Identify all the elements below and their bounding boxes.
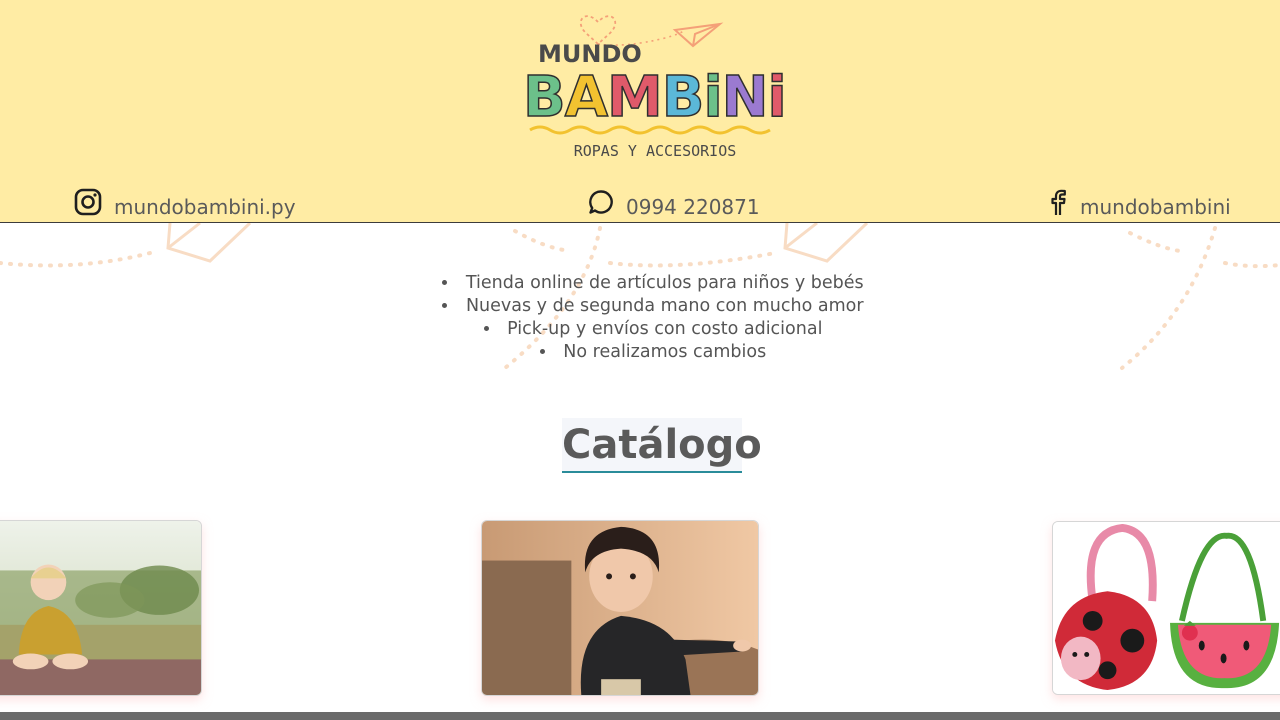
facebook-icon [1051,189,1066,215]
catalog-card-toddler-boy[interactable] [481,520,759,696]
whatsapp-contact[interactable]: 0994 220871 [588,184,760,220]
info-item: Nuevas y de segunda mano con mucho amor [26,295,1280,318]
store-info-list: Tienda online de artículos para niños y … [0,272,1280,364]
phone-number[interactable]: 0994 220871 [626,195,760,219]
catalog-image [0,521,201,695]
catalog-image [1053,522,1280,694]
bottom-bar [0,712,1280,720]
facebook-contact[interactable]: mundobambini [1046,184,1231,220]
info-item: Pick-up y envíos con costo adicional [26,318,1280,341]
catalog-card-baby-girl[interactable] [0,520,202,696]
info-item: No realizamos cambios [26,341,1280,364]
catalog-card-kids-bags[interactable] [1052,521,1280,695]
catalog-heading: Catálogo [562,418,762,473]
brand-logo[interactable]: MUNDO BAMBiNi ROPAS Y ACCESORIOS [515,0,795,170]
svg-text:MUNDO: MUNDO [538,40,642,68]
instagram-icon [74,188,102,216]
info-item: Tienda online de artículos para niños y … [26,272,1280,295]
svg-text:ROPAS Y ACCESORIOS: ROPAS Y ACCESORIOS [574,142,737,160]
svg-text:BAMBiNi: BAMBiNi [523,65,786,130]
instagram-handle[interactable]: mundobambini.py [114,195,296,219]
whatsapp-icon [589,190,613,214]
site-header: MUNDO BAMBiNi ROPAS Y ACCESORIOS mundoba… [0,0,1280,223]
catalog-image [482,521,758,695]
facebook-handle[interactable]: mundobambini [1080,195,1231,219]
instagram-contact[interactable]: mundobambini.py [74,184,296,220]
